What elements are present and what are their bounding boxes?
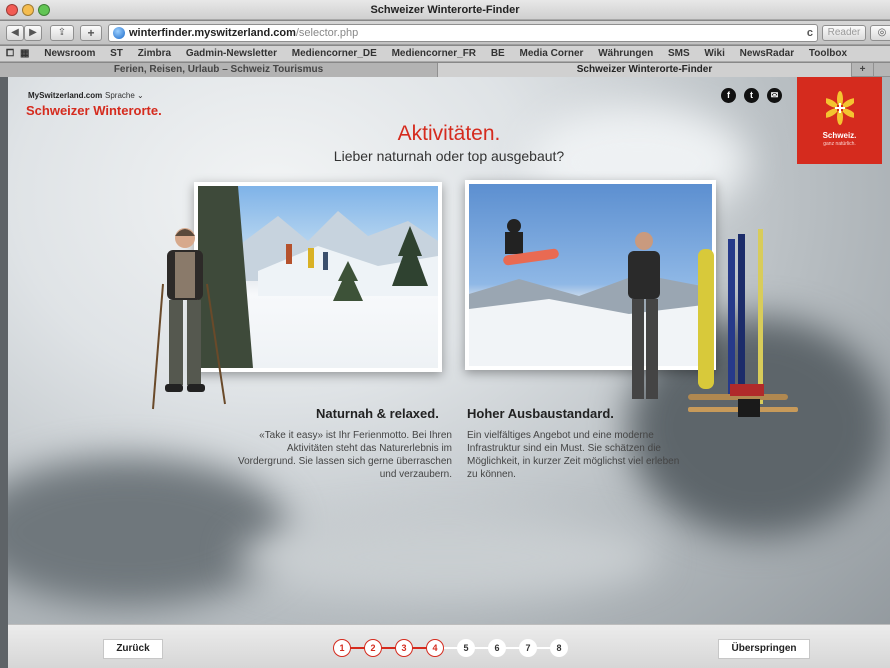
add-bookmark-button[interactable]: + bbox=[80, 25, 102, 41]
sidebar-edge bbox=[0, 77, 8, 668]
address-bar[interactable]: winterfinder.myswitzerland.com/selector.… bbox=[108, 24, 818, 42]
browser-window: Schweizer Winterorte-Finder ◀ ▶ ⇪ + wint… bbox=[0, 0, 890, 668]
step-6[interactable]: 6 bbox=[488, 639, 506, 657]
language-label: Sprache bbox=[105, 91, 135, 100]
facebook-icon[interactable]: f bbox=[721, 88, 736, 103]
tab-bar: Ferien, Reisen, Urlaub – Schweiz Tourism… bbox=[0, 63, 890, 77]
bookmark-item[interactable]: Wiki bbox=[704, 48, 724, 59]
url-domain: winterfinder.myswitzerland.com bbox=[129, 27, 296, 39]
bookmark-item[interactable]: Mediencorner_FR bbox=[392, 48, 476, 59]
option-description: Ein vielfältiges Angebot und eine modern… bbox=[467, 430, 680, 480]
bookmark-item[interactable]: Zimbra bbox=[138, 48, 171, 59]
option-title: Hoher Ausbaustandard. bbox=[467, 406, 614, 421]
footer-nav: Zurück 1 2 3 4 5 6 7 8 Überspringen bbox=[8, 624, 890, 668]
step-3[interactable]: 3 bbox=[395, 639, 413, 657]
bookmark-item[interactable]: Media Corner bbox=[520, 48, 584, 59]
title-bar: Schweizer Winterorte-Finder bbox=[0, 0, 890, 20]
option-description: «Take it easy» ist Ihr Ferienmotto. Bei … bbox=[237, 430, 452, 480]
tab-label: Schweizer Winterorte-Finder bbox=[576, 64, 713, 75]
site-link[interactable]: MySwitzerland.com bbox=[28, 91, 102, 100]
page-title: Aktivitäten. bbox=[397, 122, 501, 145]
reader-button[interactable]: Reader bbox=[822, 25, 866, 41]
new-tab-button[interactable]: + bbox=[852, 63, 874, 77]
language-dropdown[interactable]: Sprache ⌄ bbox=[105, 91, 144, 100]
share-icon[interactable]: ⇪ bbox=[50, 25, 74, 41]
step-8[interactable]: 8 bbox=[550, 639, 568, 657]
step-7[interactable]: 7 bbox=[519, 639, 537, 657]
cloud-shape bbox=[238, 517, 658, 597]
bookmark-item[interactable]: Gadmin-Newsletter bbox=[186, 48, 277, 59]
page-content: MySwitzerland.com Sprache ⌄ Schweizer Wi… bbox=[8, 77, 890, 668]
twitter-icon[interactable]: t bbox=[744, 88, 759, 103]
edelweiss-icon bbox=[826, 91, 854, 125]
forward-arrow-icon[interactable]: ▶ bbox=[24, 25, 42, 41]
settings-icon[interactable]: ◎ bbox=[870, 25, 890, 41]
bookmark-item[interactable]: Toolbox bbox=[809, 48, 847, 59]
tab-schweiz-tourismus[interactable]: Ferien, Reisen, Urlaub – Schweiz Tourism… bbox=[0, 63, 438, 77]
hiker-person-image bbox=[152, 228, 226, 410]
page-brand-title[interactable]: Schweizer Winterorte. bbox=[26, 103, 162, 118]
mountain-scene-image bbox=[198, 186, 438, 368]
open-book-icon[interactable]: ⧠ bbox=[6, 48, 14, 59]
step-2[interactable]: 2 bbox=[364, 639, 382, 657]
bookmarks-bar: ⧠ ▦ Newsroom ST Zimbra Gadmin-Newsletter … bbox=[0, 46, 890, 62]
back-arrow-icon[interactable]: ◀ bbox=[6, 25, 24, 41]
bookmark-item[interactable]: Newsroom bbox=[44, 48, 95, 59]
bookmark-item[interactable]: SMS bbox=[668, 48, 690, 59]
tab-winterorte-finder[interactable]: Schweizer Winterorte-Finder bbox=[438, 63, 852, 77]
browser-toolbar: ◀ ▶ ⇪ + winterfinder.myswitzerland.com/s… bbox=[0, 21, 890, 45]
option-title: Naturnah & relaxed. bbox=[316, 406, 439, 421]
reload-icon[interactable]: c bbox=[807, 25, 813, 41]
bookmark-item[interactable]: BE bbox=[491, 48, 505, 59]
page-subtitle: Lieber naturnah oder top ausgebaut? bbox=[333, 148, 565, 164]
globe-icon bbox=[113, 27, 125, 39]
step-4[interactable]: 4 bbox=[426, 639, 444, 657]
tab-label: Ferien, Reisen, Urlaub – Schweiz Tourism… bbox=[113, 64, 324, 75]
bookmark-item[interactable]: ST bbox=[110, 48, 123, 59]
skip-button[interactable]: Überspringen bbox=[718, 639, 810, 659]
bookmark-item[interactable]: Mediencorner_DE bbox=[292, 48, 377, 59]
close-window-button[interactable] bbox=[6, 4, 18, 16]
url-path: /selector.php bbox=[295, 27, 359, 39]
ski-equipment-image bbox=[628, 229, 798, 417]
grid-icon[interactable]: ▦ bbox=[20, 48, 29, 59]
step-5[interactable]: 5 bbox=[457, 639, 475, 657]
zoom-window-button[interactable] bbox=[38, 4, 50, 16]
minimize-window-button[interactable] bbox=[22, 4, 34, 16]
bookmark-item[interactable]: Währungen bbox=[598, 48, 653, 59]
chevron-down-icon: ⌄ bbox=[137, 91, 144, 100]
step-1[interactable]: 1 bbox=[333, 639, 351, 657]
bookmark-item[interactable]: NewsRadar bbox=[740, 48, 794, 59]
email-icon[interactable]: ✉ bbox=[767, 88, 782, 103]
window-title: Schweizer Winterorte-Finder bbox=[370, 4, 520, 16]
back-button[interactable]: Zurück bbox=[103, 639, 163, 659]
